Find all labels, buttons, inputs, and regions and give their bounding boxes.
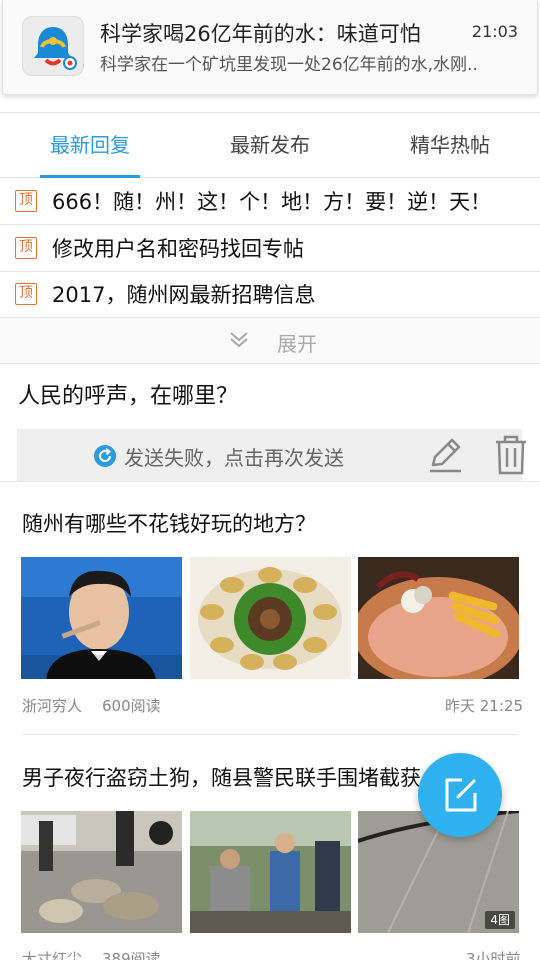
notification-title: 科学家喝26亿年前的水：味道可怕	[100, 22, 421, 46]
post-author[interactable]: 大寸红尘	[22, 948, 82, 960]
post-thumbnail-police[interactable]	[190, 811, 351, 933]
retry-icon[interactable]	[93, 444, 117, 468]
pinned-badge: 顶	[15, 190, 37, 212]
pinned-item[interactable]: 顶 修改用户名和密码找回专帖	[0, 225, 540, 272]
expand-button[interactable]: 展开	[0, 318, 540, 364]
compose-button[interactable]	[418, 753, 502, 837]
tab-featured[interactable]: 精华热帖	[360, 113, 540, 177]
post-divider	[22, 734, 518, 735]
section-divider	[0, 481, 540, 482]
expand-label: 展开	[277, 332, 317, 356]
post-thumbnail-food[interactable]	[358, 557, 519, 679]
send-failed-text[interactable]: 发送失败，点击再次发送	[124, 442, 344, 471]
app-bell-icon	[22, 16, 84, 76]
pinned-item-title: 修改用户名和密码找回专帖	[52, 237, 304, 261]
chevron-down-icon	[230, 332, 248, 348]
compose-icon	[445, 778, 477, 812]
pinned-item-title: 2017，随州网最新招聘信息	[52, 283, 316, 307]
pinned-badge: 顶	[15, 283, 37, 305]
pinned-item-title: 666！随！州！这！个！地！方！要！逆！天！	[52, 190, 492, 214]
draft-post-title[interactable]: 人民的呼声，在哪里？	[18, 378, 238, 410]
post-reads: 389阅读	[102, 950, 161, 960]
post-time: 3小时前	[466, 950, 521, 960]
post-time: 昨天 21:25	[445, 697, 523, 715]
edit-pencil-icon[interactable]	[425, 435, 465, 475]
post-thumbnail-dish[interactable]	[190, 557, 351, 679]
post-author[interactable]: 浙河穷人	[22, 695, 82, 716]
pinned-item[interactable]: 顶 2017，随州网最新招聘信息	[0, 271, 540, 318]
post-title[interactable]: 随州有哪些不花钱好玩的地方？	[22, 508, 316, 538]
notification-body: 科学家在一个矿坑里发现一处26亿年前的水,水刚..	[100, 55, 478, 75]
post-title[interactable]: 男子夜行盗窃土狗，随县警民联手围堵截获	[22, 762, 421, 792]
notification-banner[interactable]: 科学家喝26亿年前的水：味道可怕 21:03 科学家在一个矿坑里发现一处26亿年…	[2, 0, 538, 95]
tab-latest-posts[interactable]: 最新发布	[180, 113, 360, 177]
post-thumbnail-ground[interactable]	[21, 811, 182, 933]
tab-latest-replies[interactable]: 最新回复	[0, 113, 180, 178]
tab-bar: 最新回复 最新发布 精华热帖	[0, 112, 540, 178]
post-reads: 600阅读	[102, 697, 161, 715]
post-thumbnail-man[interactable]	[21, 557, 182, 679]
pinned-item[interactable]: 顶 666！随！州！这！个！地！方！要！逆！天！	[0, 178, 540, 225]
trash-icon[interactable]	[491, 434, 531, 476]
pinned-badge: 顶	[15, 237, 37, 259]
send-failed-bar: 发送失败，点击再次发送	[17, 429, 526, 481]
notification-time: 21:03	[471, 22, 518, 41]
photo-count-badge: 4图	[485, 911, 515, 929]
